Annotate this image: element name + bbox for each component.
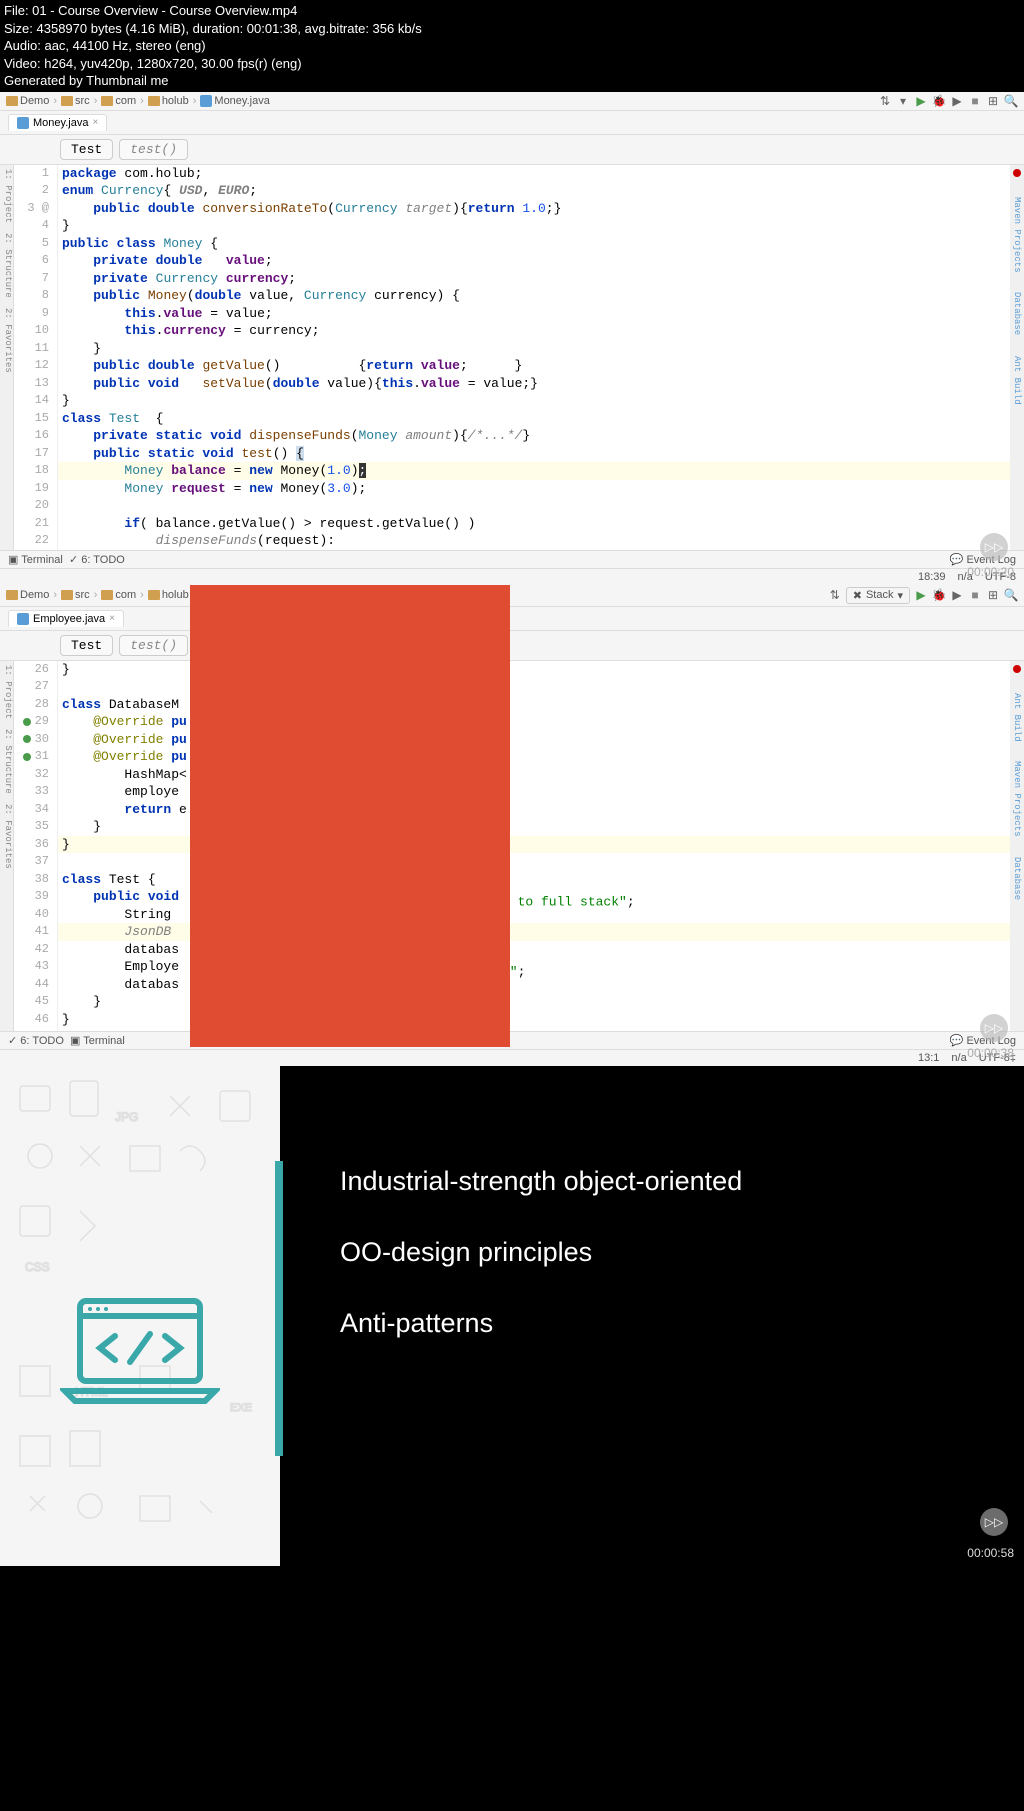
java-file-icon (200, 95, 212, 107)
breadcrumb-item[interactable]: Money.java (200, 95, 269, 107)
cursor-position: 18:39 (918, 571, 946, 583)
right-side-rail[interactable]: Ant Build Maven Projects Database (1010, 661, 1024, 1031)
folder-icon (101, 590, 113, 600)
file-tab[interactable]: Employee.java× (8, 610, 124, 627)
orange-overlay (190, 585, 510, 1047)
search-icon[interactable]: 🔍 (1004, 588, 1018, 602)
folder-icon (6, 590, 18, 600)
breadcrumb: Demo src com holub Money.java ⇅ ▾ ▶ 🐞 ▶ … (0, 92, 1024, 111)
slide-left-panel: JPG CSS HTML EXE (0, 1066, 280, 1566)
test-class-pill[interactable]: Test (60, 635, 113, 656)
right-side-rail[interactable]: Maven Projects Database Ant Build (1010, 165, 1024, 550)
play-overlay-icon[interactable]: ▷▷ (980, 1508, 1008, 1536)
teal-accent-bar (275, 1161, 283, 1456)
folder-icon (6, 96, 18, 106)
sort-icon[interactable]: ⇅ (828, 588, 842, 602)
slide-frame: JPG CSS HTML EXE Industrial-strength (0, 1066, 1024, 1566)
layout-button[interactable]: ⊞ (986, 94, 1000, 108)
svg-text:JPG: JPG (115, 1110, 138, 1124)
close-tab-icon[interactable]: × (109, 613, 115, 624)
encoding: n/a (951, 1052, 966, 1064)
meta-size: Size: 4358970 bytes (4.16 MiB), duration… (4, 20, 1020, 38)
line-gutter[interactable]: 2627282930313233343536373839404142434445… (14, 661, 58, 1031)
run-button[interactable]: ▶ (914, 94, 928, 108)
line-gutter[interactable]: 123 @45678910111213141516171819202122 (14, 165, 58, 550)
folder-icon (101, 96, 113, 106)
slide-bullet: OO-design principles (340, 1237, 1004, 1268)
code-editor[interactable]: package com.holub;enum Currency{ USD, EU… (58, 165, 1010, 550)
timestamp: 00:00:20 (967, 565, 1014, 579)
terminal-tab[interactable]: ▣ Terminal (8, 553, 63, 566)
slide-content: Industrial-strength object-oriented OO-d… (280, 1066, 1024, 1566)
slide-bullet: Industrial-strength object-oriented (340, 1166, 1004, 1197)
todo-tab[interactable]: ✓ 6: TODO (8, 1034, 64, 1047)
meta-audio: Audio: aac, 44100 Hz, stereo (eng) (4, 37, 1020, 55)
todo-tab[interactable]: ✓ 6: TODO (69, 553, 125, 566)
run-config-selector[interactable]: ✖ Stack ▾ (846, 587, 910, 604)
folder-icon (148, 96, 160, 106)
error-indicator[interactable] (1013, 169, 1021, 177)
breadcrumb-item[interactable]: com (101, 95, 136, 107)
test-class-pill[interactable]: Test (60, 139, 113, 160)
java-file-icon (17, 613, 29, 625)
timestamp: 00:00:38 (967, 1046, 1014, 1060)
folder-icon (148, 590, 160, 600)
meta-generated: Generated by Thumbnail me (4, 72, 1020, 90)
svg-text:CSS: CSS (25, 1260, 50, 1274)
file-tab[interactable]: Money.java× (8, 114, 107, 131)
dropdown-icon[interactable]: ▾ (896, 94, 910, 108)
java-file-icon (17, 117, 29, 129)
video-metadata: File: 01 - Course Overview - Course Over… (0, 0, 1024, 92)
cursor-position: 13:1 (918, 1052, 939, 1064)
breadcrumb: Demo src com holub Emplo ⇅ ✖ Stack ▾ ▶ 🐞… (0, 585, 1024, 607)
run-button[interactable]: ▶ (914, 588, 928, 602)
svg-text:EXE: EXE (230, 1402, 252, 1414)
meta-video: Video: h264, yuv420p, 1280x720, 30.00 fp… (4, 55, 1020, 73)
breadcrumb-item[interactable]: src (61, 95, 90, 107)
breadcrumb-item[interactable]: holub (148, 95, 189, 107)
play-overlay-icon[interactable]: ▷▷ (980, 533, 1008, 561)
breadcrumb-item[interactable]: holub (148, 589, 189, 601)
stop-button[interactable]: ■ (968, 588, 982, 602)
timestamp: 00:00:58 (967, 1546, 1014, 1560)
test-method-pill[interactable]: test() (119, 139, 188, 160)
debug-button[interactable]: 🐞 (932, 588, 946, 602)
close-tab-icon[interactable]: × (92, 117, 98, 128)
coverage-button[interactable]: ▶ (950, 588, 964, 602)
left-side-rail[interactable]: 1: Project2: Structure2: Favorites (0, 165, 14, 550)
folder-icon (61, 590, 73, 600)
coverage-button[interactable]: ▶ (950, 94, 964, 108)
breadcrumb-item[interactable]: Demo (6, 589, 49, 601)
stop-button[interactable]: ■ (968, 94, 982, 108)
breadcrumb-item[interactable]: com (101, 589, 136, 601)
search-icon[interactable]: 🔍 (1004, 94, 1018, 108)
meta-file: File: 01 - Course Overview - Course Over… (4, 2, 1020, 20)
breadcrumb-item[interactable]: src (61, 589, 90, 601)
left-side-rail[interactable]: 1: Project2: Structure2: Favorites (0, 661, 14, 1031)
ide-frame-1: Demo src com holub Money.java ⇅ ▾ ▶ 🐞 ▶ … (0, 92, 1024, 585)
sort-icon[interactable]: ⇅ (878, 94, 892, 108)
breadcrumb-item[interactable]: Demo (6, 95, 49, 107)
error-indicator[interactable] (1013, 665, 1021, 673)
slide-bullet: Anti-patterns (340, 1308, 1004, 1339)
layout-button[interactable]: ⊞ (986, 588, 1000, 602)
laptop-icon (60, 1296, 220, 1411)
test-method-pill[interactable]: test() (119, 635, 188, 656)
ide-frame-2: Demo src com holub Emplo ⇅ ✖ Stack ▾ ▶ 🐞… (0, 585, 1024, 1066)
terminal-tab[interactable]: ▣ Terminal (70, 1034, 125, 1047)
folder-icon (61, 96, 73, 106)
play-overlay-icon[interactable]: ▷▷ (980, 1014, 1008, 1042)
debug-button[interactable]: 🐞 (932, 94, 946, 108)
